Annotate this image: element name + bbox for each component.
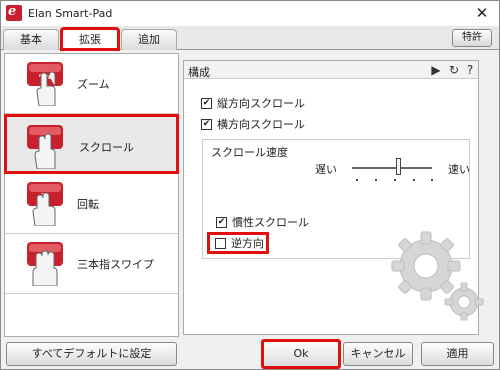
slider-tick [375,179,377,181]
horizontal-scroll-checkbox[interactable]: 横方向スクロール [201,116,305,132]
vertical-scroll-label: 縦方向スクロール [217,97,305,110]
reverse-direction-checkbox[interactable]: 逆方向 [207,232,269,254]
scroll-gesture-icon: ✥ [27,125,63,169]
sidebar-item-rotate[interactable]: ↻ 回転 [5,174,178,234]
apply-button[interactable]: 適用 [421,342,494,366]
sidebar-item-zoom[interactable]: ↖↘ ズーム [5,54,178,114]
inertial-scroll-checkbox[interactable]: 慣性スクロール [216,214,309,230]
reverse-direction-label: 逆方向 [231,237,264,250]
sidebar-item-label: 三本指スワイプ [77,258,154,271]
sidebar-item-label: ズーム [77,78,110,91]
title-bar: e Elan Smart-Pad ✕ [1,1,499,26]
scroll-speed-title: スクロール速度 [211,146,288,159]
refresh-icon[interactable]: ↻ [446,62,462,78]
three-finger-swipe-icon: ⇆ [27,242,63,286]
slider-tick [356,179,358,181]
checkbox-box[interactable] [216,216,227,228]
tab-basic[interactable]: 基本 [3,29,59,50]
speed-slider-track[interactable] [352,167,432,169]
elan-logo-icon: e [6,4,22,21]
close-button[interactable]: ✕ [467,3,497,23]
slow-label: 遅い [315,163,337,176]
tab-extended[interactable]: 拡張 [60,27,120,51]
zoom-gesture-icon: ↖↘ [27,62,63,106]
fast-label: 速い [448,163,470,176]
slider-tick [394,179,396,181]
sidebar-item-scroll[interactable]: ✥ スクロール [4,114,179,174]
window-title: Elan Smart-Pad [28,7,113,20]
panel-title: 構成 [188,66,210,79]
feature-list: ↖↘ ズーム ✥ スクロール ↻ 回転 [4,53,179,337]
checkbox-box[interactable] [201,97,212,109]
checkbox-box[interactable] [215,237,226,249]
tab-additional[interactable]: 追加 [121,29,177,50]
settings-gears-icon [391,231,484,321]
vertical-scroll-checkbox[interactable]: 縦方向スクロール [201,95,305,111]
sidebar-item-label: 回転 [77,198,99,211]
rotate-gesture-icon: ↻ [27,182,63,226]
app-window: e Elan Smart-Pad ✕ 基本 拡張 追加 特許 ↖↘ ズーム ✥ [0,0,500,370]
inertial-scroll-label: 慣性スクロール [232,216,309,229]
panel-header: 構成 ▶ ↻ ? [184,61,478,79]
speed-slider-thumb[interactable] [396,158,401,175]
sidebar-item-label: スクロール [79,141,134,154]
cancel-button[interactable]: キャンセル [343,342,413,366]
checkbox-box[interactable] [201,118,212,130]
sidebar-item-three-finger-swipe[interactable]: ⇆ 三本指スワイプ [5,234,178,294]
tab-bar: 基本 拡張 追加 特許 [1,26,499,51]
patent-button[interactable]: 特許 [452,29,492,47]
help-icon[interactable]: ? [462,62,478,78]
ok-button[interactable]: Ok [261,339,341,369]
slider-tick [431,179,433,181]
slider-tick [413,179,415,181]
play-icon[interactable]: ▶ [428,62,444,78]
horizontal-scroll-label: 横方向スクロール [217,118,305,131]
reset-all-defaults-button[interactable]: すべてデフォルトに設定 [6,342,177,366]
